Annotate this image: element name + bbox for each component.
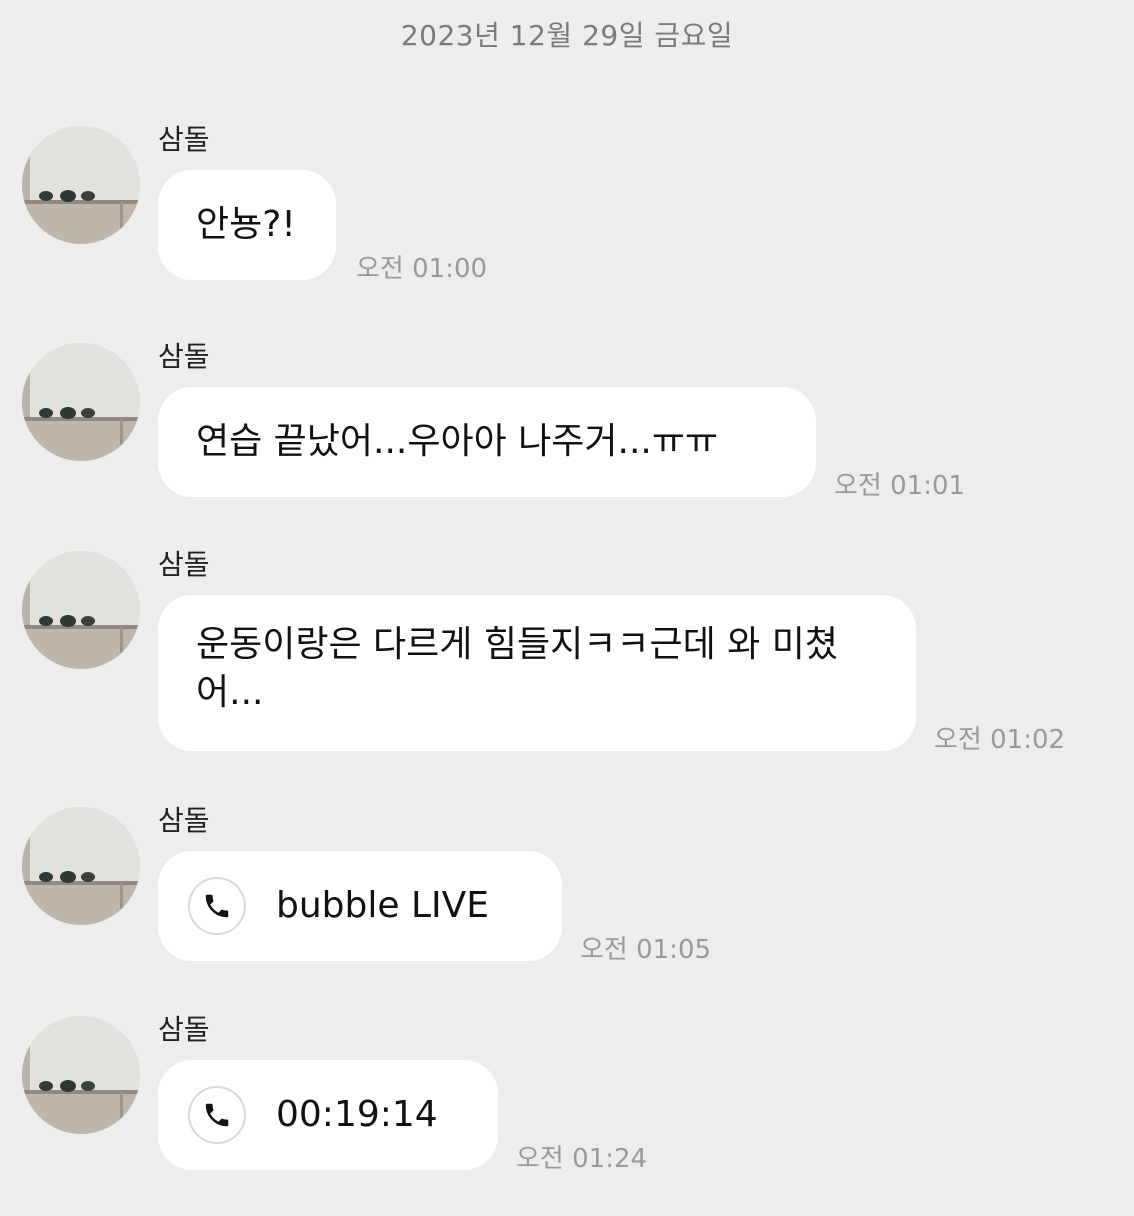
avatar-image [22,343,140,461]
message-item: 삼돌 00:19:14 오전 01:24 [22,1013,1112,1216]
message-item: 삼돌 bubble LIVE 오전 01:05 [22,804,1112,1007]
phone-icon [188,877,246,935]
avatar[interactable] [22,551,140,669]
avatar-image [22,551,140,669]
avatar[interactable] [22,343,140,461]
avatar-image [22,126,140,244]
avatar-image [22,807,140,925]
date-header: 2023년 12월 29일 금요일 [400,19,734,52]
sender-name: 삼돌 [158,548,210,581]
message-item: 삼돌 안뇽?! 오전 01:00 [22,123,1112,326]
message-time: 오전 01:01 [834,471,966,501]
call-bubble[interactable]: bubble LIVE [158,851,562,961]
message-text: 안뇽?! [196,204,296,245]
call-bubble[interactable]: 00:19:14 [158,1060,498,1170]
phone-icon [188,1086,246,1144]
message-bubble[interactable]: 안뇽?! [158,170,336,280]
sender-name: 삼돌 [158,340,210,373]
message-time: 오전 01:02 [934,725,1066,755]
message-text: 운동이랑은 다르게 힘들지ㅋㅋ근데 와 미쳤어... [196,624,838,713]
message-text: 연습 끝났어...우아아 나주거...ㅠㅠ [196,421,719,462]
call-label: bubble LIVE [276,885,490,926]
message-time: 오전 01:00 [356,254,488,284]
sender-name: 삼돌 [158,1013,210,1046]
call-duration: 00:19:14 [276,1094,438,1135]
message-bubble[interactable]: 운동이랑은 다르게 힘들지ㅋㅋ근데 와 미쳤어... [158,595,916,751]
avatar[interactable] [22,126,140,244]
avatar[interactable] [22,1016,140,1134]
avatar[interactable] [22,807,140,925]
sender-name: 삼돌 [158,804,210,837]
message-time: 오전 01:24 [516,1144,648,1174]
message-time: 오전 01:05 [580,935,712,965]
message-bubble[interactable]: 연습 끝났어...우아아 나주거...ㅠㅠ [158,387,816,497]
message-item: 삼돌 운동이랑은 다르게 힘들지ㅋㅋ근데 와 미쳤어... 오전 01:02 [22,548,1112,755]
sender-name: 삼돌 [158,123,210,156]
avatar-image [22,1016,140,1134]
message-item: 삼돌 연습 끝났어...우아아 나주거...ㅠㅠ 오전 01:01 [22,340,1112,543]
